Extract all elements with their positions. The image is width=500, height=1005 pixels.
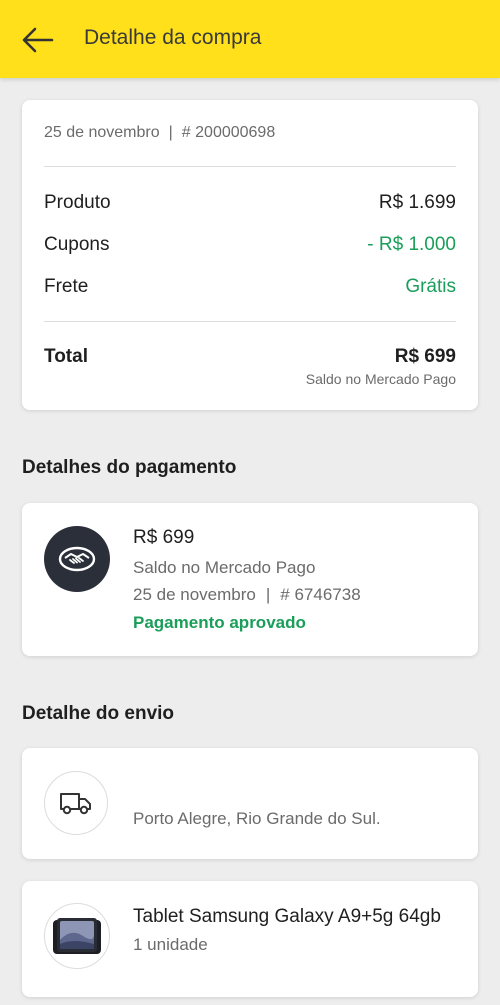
truck-icon (44, 771, 108, 835)
arrow-left-icon (22, 27, 54, 53)
payment-amount: R$ 699 (133, 527, 195, 548)
payment-status: Pagamento aprovado (133, 613, 306, 632)
summary-row-product: Produto R$ 1.699 (44, 192, 456, 214)
payment-date: 25 de novembro (133, 585, 256, 604)
shipping-address: Porto Alegre, Rio Grande do Sul. (133, 809, 381, 828)
back-button[interactable] (18, 20, 58, 60)
shipping-card[interactable]: Porto Alegre, Rio Grande do Sul. (22, 748, 478, 859)
transaction-number: # 6746738 (280, 585, 361, 604)
page-title: Detalhe da compra (84, 26, 262, 49)
meta-separator: | (168, 124, 173, 141)
tablet-thumbnail (44, 903, 110, 969)
coupons-value: - R$ 1.000 (367, 234, 456, 255)
divider (44, 321, 456, 322)
product-card[interactable]: Tablet Samsung Galaxy A9+5g 64gb 1 unida… (22, 881, 478, 997)
summary-row-shipping: Frete Grátis (44, 276, 456, 298)
total-label: Total (44, 346, 88, 367)
summary-row-coupons: Cupons - R$ 1.000 (44, 234, 456, 256)
payment-card[interactable]: R$ 699 Saldo no Mercado Pago 25 de novem… (22, 503, 478, 656)
payment-meta: 25 de novembro | # 6746738 (133, 585, 361, 605)
purchase-summary-card: 25 de novembro | # 200000698 Produto R$ 1.… (22, 100, 478, 410)
order-meta: 25 de novembro | # 200000698 (44, 124, 300, 142)
divider (44, 166, 456, 167)
order-number: # 200000698 (181, 124, 276, 141)
shipping-section-title: Detalhe do envio (22, 703, 175, 724)
product-label: Produto (44, 192, 111, 213)
shipping-label: Frete (44, 276, 89, 297)
order-date: 25 de novembro (44, 124, 160, 141)
product-quantity: 1 unidade (133, 935, 208, 954)
payment-section-title: Detalhes do pagamento (22, 457, 237, 478)
app-bar: Detalhe da compra (0, 0, 500, 78)
payment-method: Saldo no Mercado Pago (133, 558, 316, 577)
shipping-value: Grátis (405, 276, 456, 297)
total-payment-method: Saldo no Mercado Pago (305, 371, 456, 387)
summary-row-total: Total R$ 699 (44, 346, 456, 368)
coupons-label: Cupons (44, 234, 110, 255)
product-value: R$ 1.699 (378, 192, 456, 213)
mercado-pago-handshake-icon (44, 526, 110, 592)
meta-separator: | (265, 585, 271, 604)
product-name: Tablet Samsung Galaxy A9+5g 64gb (133, 906, 441, 927)
total-value: R$ 699 (394, 346, 456, 367)
